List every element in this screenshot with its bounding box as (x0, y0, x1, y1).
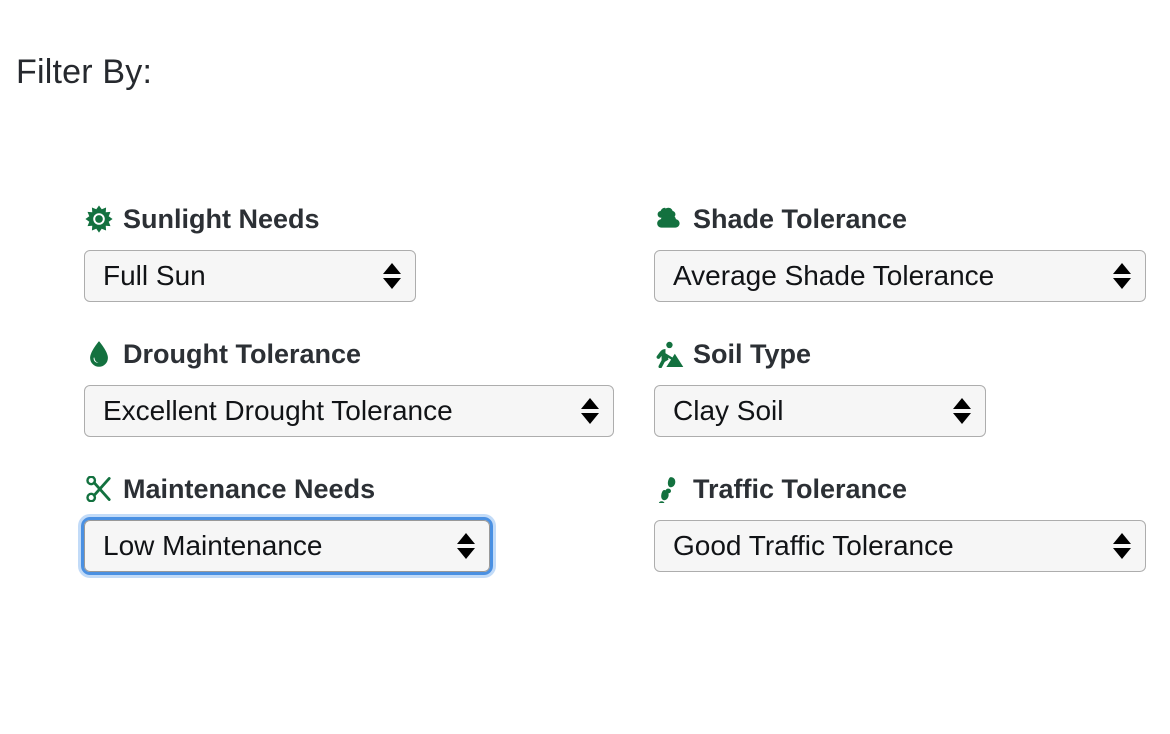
select-shell-maintenance-needs: Low Maintenance (80, 516, 494, 576)
filter-group-maintenance-needs: Maintenance Needs Low Maintenance (81, 475, 654, 575)
select-value: Excellent Drought Tolerance (103, 395, 453, 426)
filter-label-sunlight-needs: Sunlight Needs (84, 205, 320, 233)
select-maintenance-needs[interactable]: Low Maintenance (84, 520, 490, 572)
page-title: Filter By: (16, 53, 153, 91)
select-shell-shade-tolerance: Average Shade Tolerance (650, 246, 1150, 306)
clouds-icon (654, 205, 684, 233)
select-shell-traffic-tolerance: Good Traffic Tolerance (650, 516, 1150, 576)
filter-label-traffic-tolerance: Traffic Tolerance (654, 475, 907, 503)
select-shell-soil-type: Clay Soil (650, 381, 990, 441)
select-shell-drought-tolerance: Excellent Drought Tolerance (80, 381, 618, 441)
select-value: Good Traffic Tolerance (673, 530, 954, 561)
stepper-arrows-icon[interactable] (457, 529, 475, 563)
filter-group-sunlight-needs: Sunlight Needs Full Sun (84, 205, 654, 302)
filter-label-drought-tolerance: Drought Tolerance (84, 340, 361, 368)
select-value: Average Shade Tolerance (673, 260, 995, 291)
filter-group-drought-tolerance: Drought Tolerance Excellent Drought Tole… (84, 340, 654, 437)
footprints-icon (654, 475, 684, 503)
stepper-arrows-icon[interactable] (581, 394, 599, 428)
stepper-arrows-icon[interactable] (1113, 259, 1131, 293)
sun-icon (84, 205, 114, 233)
filter-group-soil-type: Soil Type Clay Soil (654, 340, 1164, 437)
filter-label-shade-tolerance: Shade Tolerance (654, 205, 907, 233)
select-shell-sunlight-needs: Full Sun (80, 246, 420, 306)
filter-label-text: Drought Tolerance (123, 338, 362, 369)
select-value: Clay Soil (673, 395, 784, 426)
select-traffic-tolerance[interactable]: Good Traffic Tolerance (654, 520, 1146, 572)
select-sunlight-needs[interactable]: Full Sun (84, 250, 416, 302)
select-shade-tolerance[interactable]: Average Shade Tolerance (654, 250, 1146, 302)
filter-label-text: Maintenance Needs (123, 473, 376, 504)
filter-group-shade-tolerance: Shade Tolerance Average Shade Tolerance (654, 205, 1164, 302)
stepper-arrows-icon[interactable] (383, 259, 401, 293)
filter-label-text: Sunlight Needs (123, 203, 320, 234)
scissors-icon (84, 475, 114, 503)
stepper-arrows-icon[interactable] (1113, 529, 1131, 563)
filter-label-text: Shade Tolerance (693, 203, 908, 234)
water-drop-icon (84, 340, 114, 368)
select-soil-type[interactable]: Clay Soil (654, 385, 986, 437)
stepper-arrows-icon[interactable] (953, 394, 971, 428)
select-value: Low Maintenance (103, 530, 323, 561)
filter-label-text: Soil Type (693, 338, 812, 369)
filter-label-maintenance-needs: Maintenance Needs (84, 475, 375, 503)
filter-label-soil-type: Soil Type (654, 340, 811, 368)
filter-grid: Sunlight Needs Full Sun Shade Tolerance … (81, 205, 1164, 575)
select-value: Full Sun (103, 260, 206, 291)
select-drought-tolerance[interactable]: Excellent Drought Tolerance (84, 385, 614, 437)
filter-group-traffic-tolerance: Traffic Tolerance Good Traffic Tolerance (654, 475, 1164, 572)
digging-worker-icon (654, 340, 684, 368)
filter-label-text: Traffic Tolerance (693, 473, 908, 504)
